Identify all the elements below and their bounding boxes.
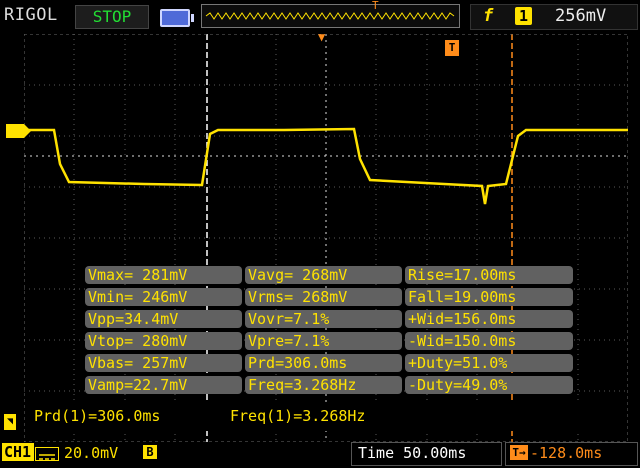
meas-vbas: Vbas= 257mV: [85, 354, 242, 372]
rising-edge-icon: f: [483, 6, 494, 26]
meas-vmin: Vmin= 246mV: [85, 288, 242, 306]
channel1-side-marker-icon: ◥: [4, 414, 16, 430]
meas-vavg: Vavg= 268mV: [245, 266, 402, 284]
meas-vtop: Vtop= 280mV: [85, 332, 242, 350]
meas-neg-width: -Wid=150.0ms: [405, 332, 573, 350]
channel1-label[interactable]: CH1: [2, 443, 34, 461]
coupling-symbol: [39, 454, 55, 460]
meas-vrms: Vrms= 268mV: [245, 288, 402, 306]
quick-period: Prd(1)=306.0ms: [34, 407, 161, 425]
dc-coupling-icon: [35, 447, 59, 461]
meas-vovr: Vovr=7.1%: [245, 310, 402, 328]
meas-pos-width: +Wid=156.0ms: [405, 310, 573, 328]
bandwidth-limit-badge: B: [143, 445, 157, 459]
meas-pos-duty: +Duty=51.0%: [405, 354, 573, 372]
battery-icon: [160, 9, 194, 27]
meas-vamp: Vamp=22.7mV: [85, 376, 242, 394]
timeline-trigger-marker-icon: T: [372, 0, 379, 12]
brand-label: RIGOL: [4, 5, 58, 25]
trigger-offset-icon: T→: [510, 445, 528, 460]
run-stop-status[interactable]: STOP: [75, 5, 149, 29]
measurement-panel: Vmax= 281mV Vavg= 268mV Rise=17.00ms Vmi…: [85, 266, 575, 398]
meas-vpre: Vpre=7.1%: [245, 332, 402, 350]
trigger-level: 256mV: [555, 6, 607, 26]
meas-rise: Rise=17.00ms: [405, 266, 573, 284]
trigger-source: 1: [515, 7, 532, 25]
trigger-panel[interactable]: [470, 4, 638, 30]
volts-per-div[interactable]: 20.0mV: [64, 444, 118, 462]
timebase-value: Time 50.00ms: [358, 444, 467, 462]
meas-neg-duty: -Duty=49.0%: [405, 376, 573, 394]
trigger-position-marker-icon: ▼: [318, 30, 326, 44]
meas-vpp: Vpp=34.4mV: [85, 310, 242, 328]
memory-timeline[interactable]: [201, 4, 460, 28]
meas-vmax: Vmax= 281mV: [85, 266, 242, 284]
timeline-wave: [205, 12, 455, 20]
meas-fall: Fall=19.00ms: [405, 288, 573, 306]
quick-frequency: Freq(1)=3.268Hz: [230, 407, 366, 425]
trigger-offset-value: -128.0ms: [530, 444, 603, 462]
meas-period: Prd=306.0ms: [245, 354, 402, 372]
channel1-ground-marker-icon[interactable]: [6, 124, 31, 138]
trigger-cursor-icon[interactable]: T: [445, 40, 459, 56]
meas-freq: Freq=3.268Hz: [245, 376, 402, 394]
